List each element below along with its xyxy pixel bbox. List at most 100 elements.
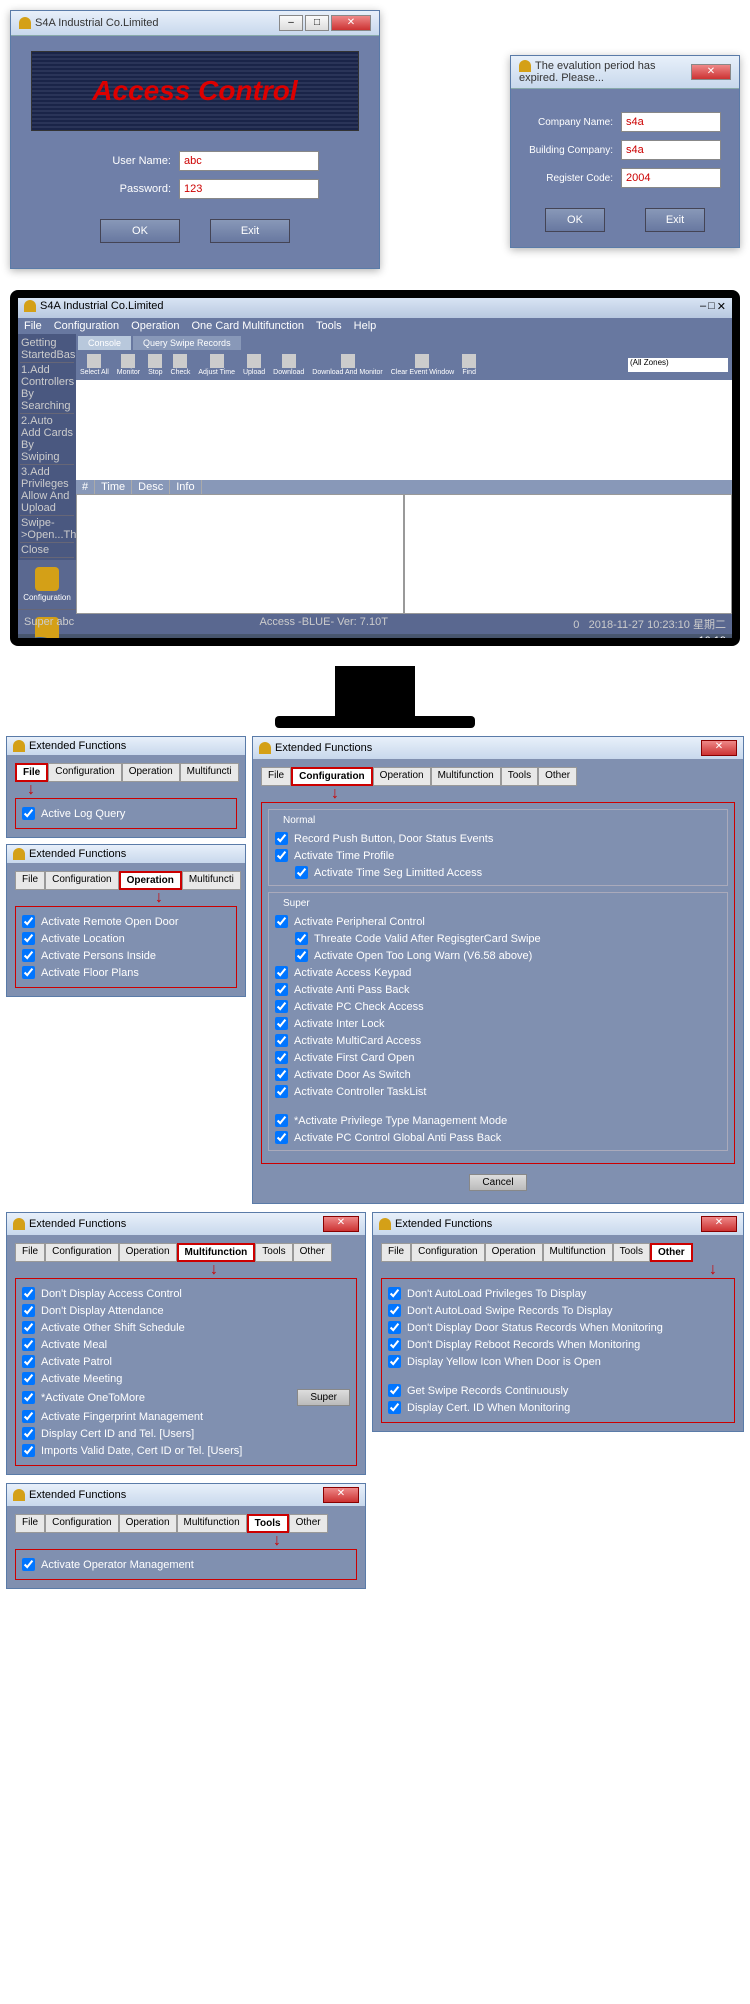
side-task[interactable]: Swipe->Open...Then: [20, 516, 74, 543]
minimize-button[interactable]: –: [279, 15, 303, 31]
checkbox[interactable]: [275, 1034, 288, 1047]
exit-button[interactable]: Exit: [210, 219, 290, 243]
close-button[interactable]: ✕: [323, 1216, 359, 1232]
checkbox[interactable]: [295, 866, 308, 879]
tab-file[interactable]: File: [381, 1243, 411, 1262]
tab-file[interactable]: File: [15, 763, 48, 782]
tab-configuration[interactable]: Configuration: [45, 1243, 118, 1262]
checkbox[interactable]: [22, 1304, 35, 1317]
menu-operation[interactable]: Operation: [131, 320, 179, 332]
tab-configuration[interactable]: Configuration: [411, 1243, 484, 1262]
tab-multifunction[interactable]: Multifunction: [431, 767, 501, 786]
checkbox[interactable]: [22, 807, 35, 820]
side-task[interactable]: 2.Auto Add Cards By Swiping: [20, 414, 74, 465]
tool-download[interactable]: Download: [273, 354, 304, 376]
checkbox[interactable]: [388, 1401, 401, 1414]
building-input[interactable]: [621, 140, 721, 160]
tab-file[interactable]: File: [15, 871, 45, 890]
tab-multifunction[interactable]: Multifunction: [177, 1514, 247, 1533]
checkbox[interactable]: [295, 949, 308, 962]
code-input[interactable]: [621, 168, 721, 188]
checkbox[interactable]: [275, 1085, 288, 1098]
tool-check[interactable]: Check: [171, 354, 191, 376]
tool-download-and-monitor[interactable]: Download And Monitor: [312, 354, 382, 376]
menu-one-card-multifunction[interactable]: One Card Multifunction: [191, 320, 304, 332]
company-input[interactable]: [621, 112, 721, 132]
tool-upload[interactable]: Upload: [243, 354, 265, 376]
checkbox[interactable]: [22, 1321, 35, 1334]
close-button[interactable]: ✕: [701, 740, 737, 756]
tab-console[interactable]: Console: [78, 336, 131, 350]
checkbox[interactable]: [295, 932, 308, 945]
tab-tools[interactable]: Tools: [247, 1514, 289, 1533]
tab-multifunction[interactable]: Multifunction: [177, 1243, 256, 1262]
menu-configuration[interactable]: Configuration: [54, 320, 119, 332]
checkbox[interactable]: [275, 832, 288, 845]
tab-operation[interactable]: Operation: [373, 767, 431, 786]
menu-help[interactable]: Help: [354, 320, 377, 332]
tool-adjust-time[interactable]: Adjust Time: [198, 354, 235, 376]
system-tray[interactable]: 10:192018-11-27: [671, 635, 726, 638]
checkbox[interactable]: [388, 1287, 401, 1300]
tab-operation[interactable]: Operation: [485, 1243, 543, 1262]
tab-operation[interactable]: Operation: [119, 1243, 177, 1262]
ok-button[interactable]: OK: [545, 208, 605, 232]
tab-configuration[interactable]: Configuration: [45, 1514, 118, 1533]
zone-select[interactable]: (All Zones): [628, 358, 728, 372]
checkbox[interactable]: [22, 949, 35, 962]
close-button[interactable]: ✕: [331, 15, 371, 31]
checkbox[interactable]: [275, 1068, 288, 1081]
checkbox[interactable]: [275, 1114, 288, 1127]
tab-other[interactable]: Other: [650, 1243, 693, 1262]
tool-find[interactable]: Find: [462, 354, 476, 376]
checkbox[interactable]: [22, 1355, 35, 1368]
tab-operation[interactable]: Operation: [119, 1514, 177, 1533]
checkbox[interactable]: [388, 1338, 401, 1351]
checkbox[interactable]: [275, 1131, 288, 1144]
side-task[interactable]: Getting StartedBasic: [20, 336, 74, 363]
tab-multifunction[interactable]: Multifunction: [543, 1243, 613, 1262]
tab-operation[interactable]: Operation: [119, 871, 182, 890]
checkbox[interactable]: [388, 1304, 401, 1317]
tab-configuration[interactable]: Configuration: [45, 871, 118, 890]
checkbox[interactable]: [22, 1391, 35, 1404]
checkbox[interactable]: [22, 915, 35, 928]
checkbox[interactable]: [22, 1338, 35, 1351]
tab-tools[interactable]: Tools: [255, 1243, 292, 1262]
exit-button[interactable]: Exit: [645, 208, 705, 232]
checkbox[interactable]: [22, 1287, 35, 1300]
tab-multifuncti[interactable]: Multifuncti: [180, 763, 239, 782]
checkbox[interactable]: [275, 966, 288, 979]
checkbox[interactable]: [22, 1427, 35, 1440]
tab-other[interactable]: Other: [293, 1243, 332, 1262]
tab-file[interactable]: File: [15, 1243, 45, 1262]
tab-other[interactable]: Other: [538, 767, 577, 786]
checkbox[interactable]: [22, 1558, 35, 1571]
tab-tools[interactable]: Tools: [613, 1243, 650, 1262]
checkbox[interactable]: [22, 1372, 35, 1385]
menu-file[interactable]: File: [24, 320, 42, 332]
checkbox[interactable]: [275, 1051, 288, 1064]
tab-configuration[interactable]: Configuration: [48, 763, 121, 782]
menu-tools[interactable]: Tools: [316, 320, 342, 332]
checkbox[interactable]: [275, 849, 288, 862]
checkbox[interactable]: [22, 1410, 35, 1423]
checkbox[interactable]: [388, 1321, 401, 1334]
tab-query-swipe-records[interactable]: Query Swipe Records: [133, 336, 241, 350]
checkbox[interactable]: [22, 932, 35, 945]
tab-configuration[interactable]: Configuration: [291, 767, 373, 786]
tool-select-all[interactable]: Select All: [80, 354, 109, 376]
side-task[interactable]: 3.Add Privileges Allow And Upload: [20, 465, 74, 516]
super-button[interactable]: Super: [297, 1389, 350, 1406]
checkbox[interactable]: [275, 983, 288, 996]
checkbox[interactable]: [22, 1444, 35, 1457]
side-task[interactable]: Close: [20, 543, 74, 558]
checkbox[interactable]: [275, 1017, 288, 1030]
tab-operation[interactable]: Operation: [122, 763, 180, 782]
tool-monitor[interactable]: Monitor: [117, 354, 140, 376]
ok-button[interactable]: OK: [100, 219, 180, 243]
checkbox[interactable]: [22, 966, 35, 979]
close-button[interactable]: ✕: [691, 64, 731, 80]
checkbox[interactable]: [388, 1384, 401, 1397]
username-input[interactable]: [179, 151, 319, 171]
